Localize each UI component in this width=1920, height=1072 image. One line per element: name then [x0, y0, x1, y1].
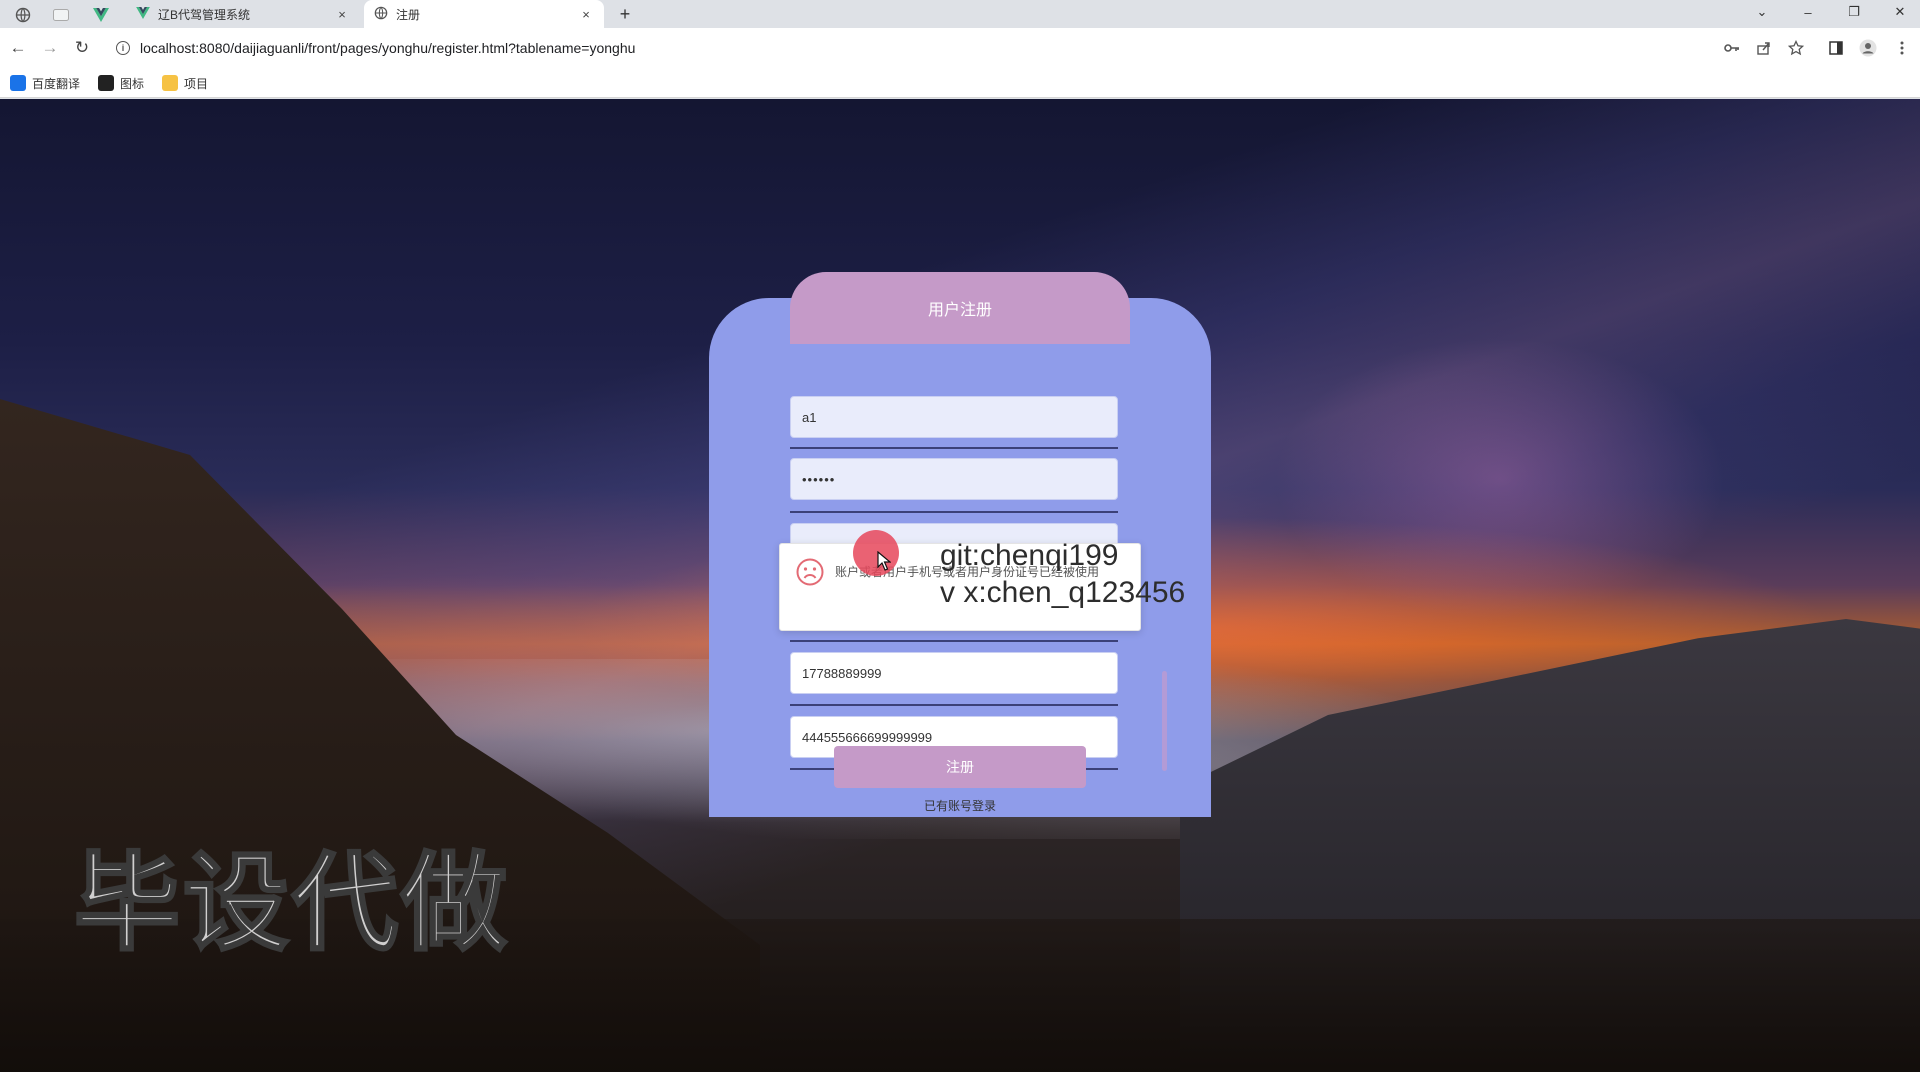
back-button[interactable]: ←: [6, 36, 30, 60]
side-panel-icon[interactable]: [1824, 36, 1848, 60]
tab-close-button[interactable]: ×: [578, 6, 594, 22]
watermark-git: git:chenqi199: [940, 539, 1119, 572]
tab-driver-system[interactable]: 辽B代驾管理系统 ×: [126, 0, 360, 28]
register-button[interactable]: 注册: [834, 746, 1086, 788]
bookmark-label: 百度翻译: [32, 76, 81, 91]
mouse-cursor-icon: [877, 550, 892, 576]
globe-icon: [374, 6, 388, 23]
browser-tab-strip: 辽B代驾管理系统 × 注册 × + ⌄ – ❐ ✕: [0, 0, 1920, 28]
share-icon[interactable]: [1752, 36, 1776, 60]
scrollbar[interactable]: [1162, 671, 1167, 771]
phone-input[interactable]: 17788889999: [790, 652, 1118, 694]
more-menu-icon[interactable]: [1890, 36, 1914, 60]
close-window-button[interactable]: ✕: [1880, 0, 1920, 24]
bookmark-star-icon[interactable]: [1784, 36, 1808, 60]
globe-tab-icon[interactable]: [6, 3, 40, 27]
folder-icon: [162, 75, 178, 91]
tab-title: 注册: [396, 7, 421, 22]
browser-toolbar: ← → ↻ i localhost:8080/daijiaguanli/fron…: [0, 28, 1920, 68]
translate-icon: [10, 75, 26, 91]
field-divider: [790, 511, 1118, 513]
key-icon[interactable]: [1720, 36, 1744, 60]
login-link[interactable]: 已有账号登录: [860, 797, 1060, 814]
account-input[interactable]: a1: [790, 396, 1118, 438]
site-info-icon[interactable]: i: [116, 41, 130, 55]
tab-close-button[interactable]: ×: [334, 6, 350, 22]
tab-title: 辽B代驾管理系统: [158, 7, 251, 22]
bookmark-projects[interactable]: 项目: [162, 74, 208, 92]
register-page: 用户注册 a1 •••••• 17788889999 4445556666999…: [0, 99, 1920, 1072]
watermark-banner: 毕设代做: [73, 841, 510, 967]
new-tab-button[interactable]: +: [612, 2, 638, 26]
tab-search-button[interactable]: ⌄: [1742, 0, 1782, 24]
address-bar[interactable]: i localhost:8080/daijiaguanli/front/page…: [104, 33, 1744, 63]
minimize-button[interactable]: –: [1788, 0, 1828, 24]
bookmark-icons[interactable]: 图标: [98, 74, 144, 92]
field-divider: [790, 640, 1118, 642]
bookmarks-bar: 百度翻译 图标 项目: [0, 68, 1920, 98]
image-icon: [98, 75, 114, 91]
reload-button[interactable]: ↻: [70, 36, 94, 60]
field-divider: [790, 447, 1118, 449]
vue-icon: [136, 6, 150, 22]
click-highlight: [853, 530, 899, 576]
password-input[interactable]: ••••••: [790, 458, 1118, 500]
sad-face-icon: [796, 558, 824, 586]
forward-button[interactable]: →: [38, 36, 62, 60]
url-text: localhost:8080/daijiaguanli/front/pages/…: [140, 40, 636, 56]
blank-tab-icon[interactable]: [44, 3, 78, 27]
bookmark-label: 图标: [120, 76, 145, 91]
field-divider: [790, 704, 1118, 706]
page-title: 用户注册: [790, 272, 1130, 344]
watermark-wechat: v x:chen_q123456: [940, 576, 1186, 609]
bookmark-label: 项目: [184, 76, 209, 91]
bookmark-baidu-translate[interactable]: 百度翻译: [10, 74, 80, 92]
profile-icon[interactable]: [1856, 36, 1880, 60]
tab-register[interactable]: 注册 ×: [364, 0, 604, 28]
vue-tab-icon[interactable]: [84, 3, 118, 27]
restore-button[interactable]: ❐: [1834, 0, 1874, 24]
